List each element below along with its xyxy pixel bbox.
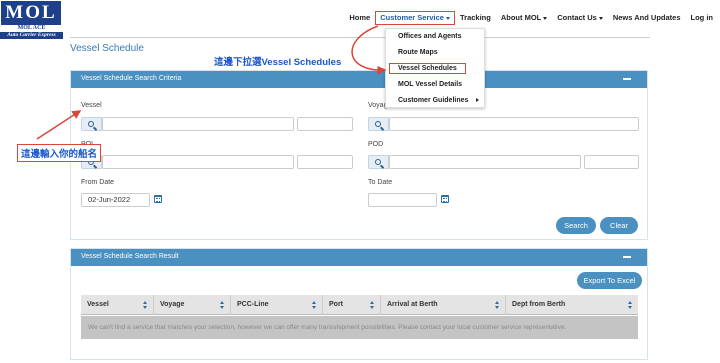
nav-about-label: About MOL (500, 13, 542, 22)
voyage-input[interactable] (389, 117, 639, 131)
caret-down-icon (598, 16, 603, 20)
vessel-label: Vessel (81, 102, 102, 109)
column-pcc-line[interactable]: PCC-Line (231, 295, 323, 315)
export-excel-button[interactable]: Export To Excel (577, 272, 642, 289)
nav-news[interactable]: News And Updates (608, 12, 686, 24)
search-result-title: Vessel Schedule Search Result (81, 253, 179, 260)
nav-tracking[interactable]: Tracking (455, 12, 496, 24)
logo-line1: MOL ACE (17, 25, 46, 31)
to-date-label: To Date (368, 179, 393, 186)
column-port-label: Port (329, 301, 343, 308)
nav-home[interactable]: Home (344, 12, 375, 24)
menu-item-offices[interactable]: Offices and Agents (398, 33, 462, 40)
page-title: Vessel Schedule (70, 43, 144, 54)
vessel-lookup-button[interactable] (81, 117, 102, 131)
column-departure[interactable]: Dept from Berth (506, 295, 638, 315)
clear-button[interactable]: Clear (600, 217, 638, 234)
logo-mark: MOL (1, 1, 61, 25)
from-date-label: From Date (81, 179, 115, 186)
result-table-header: Vessel Voyage PCC-Line Port Arrival at B… (81, 295, 638, 315)
vessel-code-input[interactable] (297, 117, 353, 131)
logo-line2: Auto Carrier Express (0, 32, 63, 39)
from-date-input[interactable]: 02-Jun-2022 (81, 193, 150, 207)
column-vessel[interactable]: Vessel (81, 295, 154, 315)
to-date-input[interactable] (368, 193, 437, 207)
customer-service-dropdown: Offices and Agents Route Maps Vessel Sch… (385, 28, 485, 108)
calendar-icon[interactable] (441, 195, 449, 203)
nav-customer-service-label: Customer Service (380, 13, 444, 22)
caret-down-icon (445, 16, 450, 20)
header-divider (70, 37, 650, 38)
chevron-right-icon (476, 98, 479, 102)
nav-contact-label: Contact Us (557, 13, 597, 22)
arrow-to-vessel-schedules (351, 25, 387, 75)
pod-code-input[interactable] (584, 155, 639, 169)
annotation-dropdown-note: 這邊下拉選Vessel Schedules (214, 57, 342, 68)
column-arrival-label: Arrival at Berth (387, 301, 438, 308)
search-icon (375, 158, 381, 165)
pod-lookup-button[interactable] (368, 155, 389, 169)
sort-icon (220, 301, 224, 309)
search-criteria-header[interactable]: Vessel Schedule Search Criteria (71, 71, 647, 88)
search-button[interactable]: Search (556, 217, 596, 234)
column-pcc-line-label: PCC-Line (237, 301, 269, 308)
menu-item-route-maps[interactable]: Route Maps (398, 49, 438, 56)
pod-name-input[interactable] (389, 155, 581, 169)
search-icon (88, 120, 94, 127)
nav-login[interactable]: Log in (686, 12, 719, 24)
empty-result-message: We can't find a service that matches you… (81, 316, 638, 339)
column-departure-label: Dept from Berth (512, 301, 566, 308)
nav-contact[interactable]: Contact Us (552, 12, 608, 24)
column-voyage-label: Voyage (160, 301, 185, 308)
sort-icon (628, 301, 632, 309)
annotation-vessel-note: 這邊輸入你的船名 (17, 144, 102, 162)
vessel-name-input[interactable] (102, 117, 294, 131)
pol-code-input[interactable] (297, 155, 353, 169)
search-result-panel: Vessel Schedule Search Result Export To … (70, 248, 648, 360)
column-vessel-label: Vessel (87, 301, 109, 308)
search-criteria-title: Vessel Schedule Search Criteria (81, 75, 182, 82)
calendar-icon[interactable] (154, 195, 162, 203)
mol-logo[interactable]: MOL MOL ACE Auto Carrier Express (0, 0, 63, 40)
collapse-icon[interactable] (623, 256, 631, 258)
voyage-lookup-button[interactable] (368, 117, 389, 131)
search-criteria-panel: Vessel Schedule Search Criteria Vessel V… (70, 70, 648, 240)
search-result-header[interactable]: Vessel Schedule Search Result (71, 249, 647, 266)
menu-item-customer-guidelines[interactable]: Customer Guidelines (398, 97, 468, 104)
main-nav: Home Customer Service Tracking About MOL… (344, 11, 719, 25)
sort-icon (370, 301, 374, 309)
column-arrival[interactable]: Arrival at Berth (381, 295, 506, 315)
nav-customer-service[interactable]: Customer Service (375, 11, 455, 25)
pol-name-input[interactable] (102, 155, 294, 169)
search-icon (375, 120, 381, 127)
caret-down-icon (543, 16, 548, 20)
nav-about[interactable]: About MOL (496, 12, 552, 24)
column-port[interactable]: Port (323, 295, 381, 315)
sort-icon (495, 301, 499, 309)
column-voyage[interactable]: Voyage (154, 295, 231, 315)
menu-item-vessel-schedules[interactable]: Vessel Schedules (389, 63, 466, 74)
sort-icon (312, 301, 316, 309)
pod-label: POD (368, 141, 384, 148)
menu-item-vessel-details[interactable]: MOL Vessel Details (398, 81, 462, 88)
sort-icon (143, 301, 147, 309)
collapse-icon[interactable] (623, 78, 631, 80)
